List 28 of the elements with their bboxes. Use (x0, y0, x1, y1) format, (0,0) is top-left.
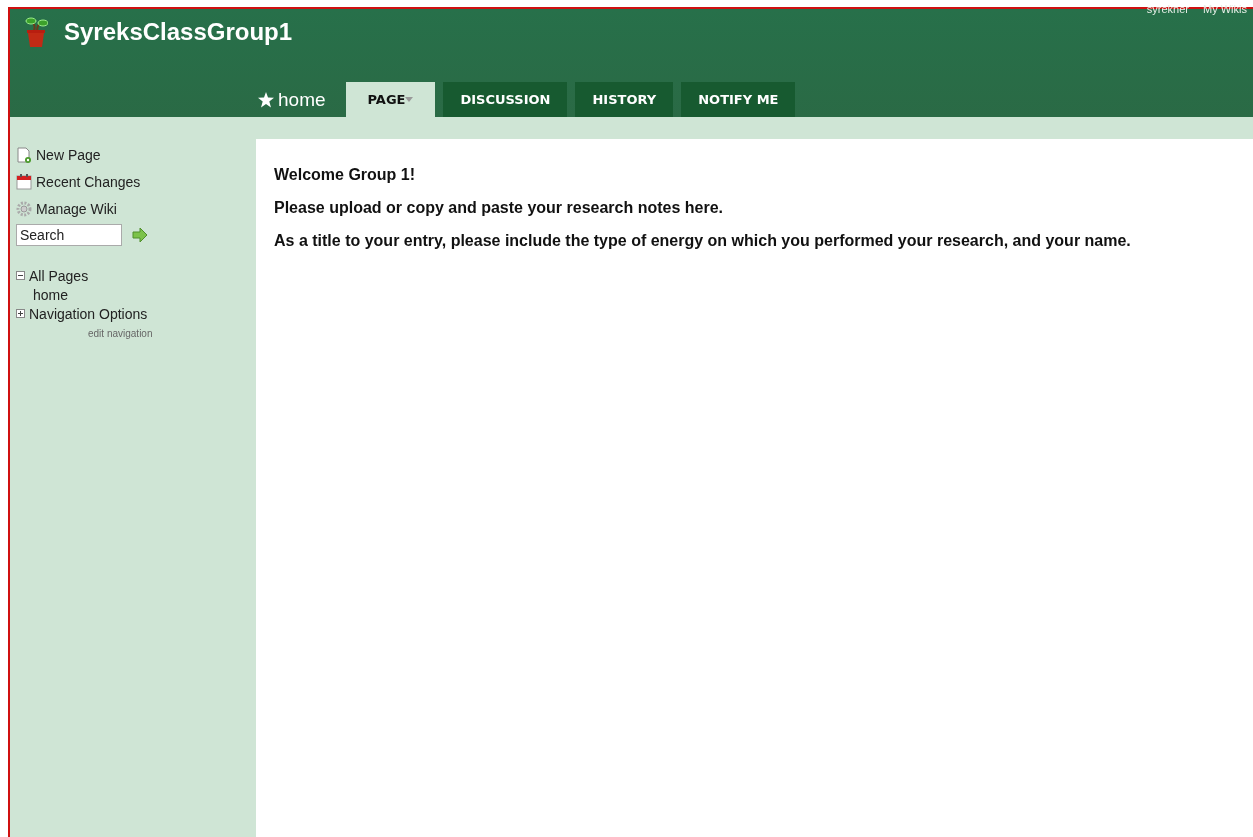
tab[interactable]: home (254, 82, 338, 117)
tree-link[interactable]: Navigation Options (29, 305, 148, 322)
go-arrow-icon[interactable] (132, 227, 148, 243)
tab[interactable]: DISCUSSION (443, 82, 568, 117)
site-title[interactable]: SyreksClassGroup1 (64, 18, 293, 46)
expand-icon[interactable] (16, 309, 25, 318)
sidebar-link[interactable]: New Page (16, 141, 256, 168)
potted-plant-icon (24, 17, 48, 47)
paragraph: Welcome Group 1! (274, 166, 417, 184)
search-field[interactable]: Search (16, 224, 122, 246)
tab[interactable]: HISTORY (575, 82, 674, 117)
tab[interactable]: PAGE (345, 82, 436, 117)
user-link[interactable]: syrekner (1146, 3, 1189, 15)
sidebar-link[interactable]: Recent Changes (16, 168, 256, 195)
gear-icon (16, 200, 32, 217)
caret-icon (405, 97, 414, 102)
star-icon (258, 91, 274, 108)
tab[interactable]: NOTIFY ME (681, 82, 796, 117)
sidebar-link[interactable]: Manage Wiki (16, 195, 256, 222)
calendar-icon (16, 173, 32, 190)
new-page-icon (16, 146, 32, 163)
user-link[interactable]: My Wikis (1203, 3, 1247, 15)
edit-navigation-link[interactable]: edit navigation (16, 328, 256, 339)
tree-link[interactable]: home (16, 285, 256, 304)
paragraph: As a title to your entry, please include the type of energy on which you performed your research, and your name. (274, 232, 1132, 250)
collapse-icon[interactable] (16, 271, 25, 280)
paragraph: Please upload or copy and paste your research notes here. (274, 199, 725, 217)
tree-link[interactable]: All Pages (29, 267, 89, 284)
